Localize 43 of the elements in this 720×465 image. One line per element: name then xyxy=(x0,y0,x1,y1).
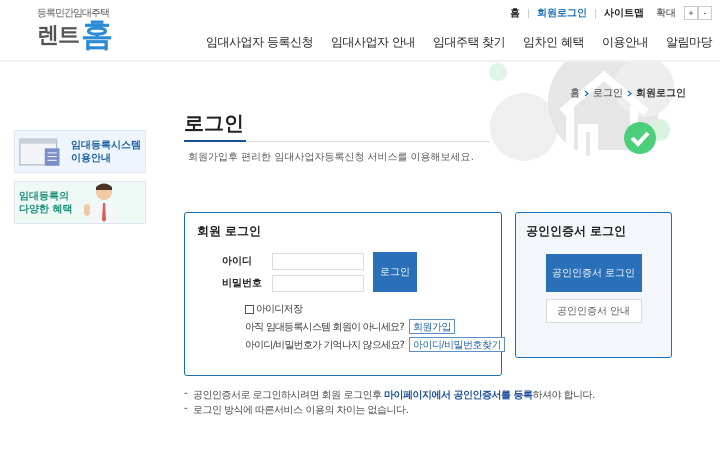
side-banner[interactable]: 임대등록의 다양한 혜택 xyxy=(14,181,146,224)
checkbox[interactable] xyxy=(245,304,254,314)
nav-item[interactable]: 임차인 혜택 xyxy=(523,34,584,51)
nav-item[interactable]: 임대주택 찾기 xyxy=(432,34,506,51)
breadcrumb-link[interactable]: 회원로그인 xyxy=(636,86,686,100)
bullet-mark: - xyxy=(184,388,187,401)
zoom-label: 확대 xyxy=(656,7,676,20)
zoom-button[interactable]: - xyxy=(698,6,712,20)
id-field[interactable] xyxy=(272,252,364,270)
panel-title: 회원 로그인 xyxy=(197,223,262,240)
nav-item[interactable]: 임대사업자 안내 xyxy=(331,34,415,51)
page-subtitle: 회원가입후 편리한 임대사업자등록신청 서비스를 이용해보세요. xyxy=(188,151,475,164)
field-label: 비밀번호 xyxy=(222,277,263,290)
top-link[interactable]: 홈 xyxy=(510,6,520,20)
note-text: 로그인 방식에 따른서비스 이용의 차이는 없습니다. xyxy=(192,404,408,417)
page-title: 로그인 xyxy=(184,110,246,142)
bullet-mark: - xyxy=(184,403,187,416)
checkbox-label: 아이디저장 xyxy=(256,303,302,316)
nav-item[interactable]: 이용안내 xyxy=(602,34,648,51)
login-button[interactable]: 로그인 xyxy=(373,252,417,292)
zoom-button[interactable]: + xyxy=(684,6,698,20)
chevron-icon xyxy=(627,90,632,96)
nav-item[interactable]: 임대사업자 등록신청 xyxy=(206,34,314,51)
chevron-icon xyxy=(584,90,589,96)
note-text: 공인인증서로 로그인하시려면 회원 로그인후 마이페이지에서 공인인증서를 등록하셔야 합니다. xyxy=(192,389,595,402)
nav-item[interactable]: 알림마당 xyxy=(666,34,712,51)
side-banner[interactable]: 임대등록시스템 이용안내 xyxy=(14,130,146,173)
breadcrumb-link[interactable]: 홈 xyxy=(570,86,580,100)
cert-login-button[interactable]: 공인인증서 로그인 xyxy=(546,254,642,292)
top-link[interactable]: 사이트맵 xyxy=(604,6,644,20)
help-button[interactable]: 아이디/비밀번호찾기 xyxy=(409,337,505,352)
help-question: 아직 임대등록시스템 회원이 아니세요? xyxy=(245,320,404,334)
help-button[interactable]: 회원가입 xyxy=(408,319,455,334)
help-question: 아이디/비밀번호가 기억나지 않으세요? xyxy=(245,338,404,352)
password-field[interactable] xyxy=(272,274,364,292)
panel-title: 공인인증서 로그인 xyxy=(526,223,626,240)
top-link[interactable]: 회원로그인 xyxy=(537,6,587,20)
logo-word: 렌트 xyxy=(37,22,79,50)
breadcrumb-link[interactable]: 로그인 xyxy=(593,86,623,100)
cert-guide-button[interactable]: 공인인증서 안내 xyxy=(546,299,642,323)
field-label: 아이디 xyxy=(222,255,253,268)
logo-home-word: 홈 xyxy=(81,18,113,50)
logo-tagline: 등록민간임대주택 xyxy=(37,7,109,20)
